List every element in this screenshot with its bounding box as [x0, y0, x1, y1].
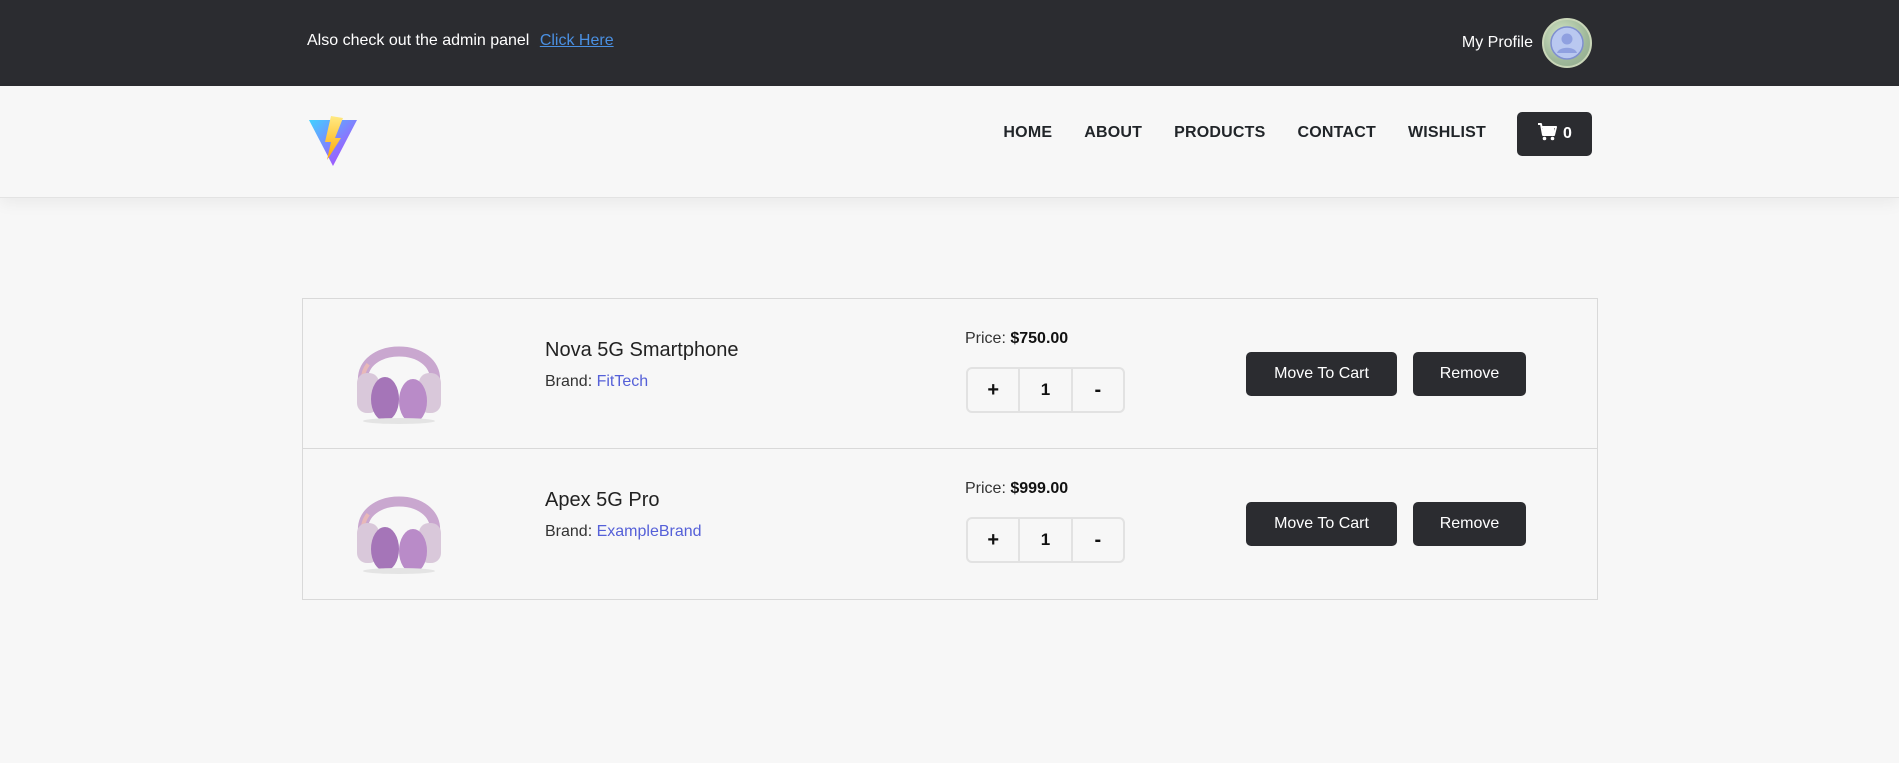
- decrement-button[interactable]: -: [1070, 519, 1123, 561]
- wishlist-list: Nova 5G Smartphone Brand: FitTech Price:…: [302, 298, 1598, 600]
- brand-label: Brand:: [545, 373, 593, 390]
- price-label: Price:: [965, 480, 1006, 497]
- cart-count: 0: [1563, 125, 1572, 142]
- main-navbar: HOME ABOUT PRODUCTS CONTACT WISHLIST 0: [0, 86, 1899, 198]
- cart-button[interactable]: 0: [1517, 112, 1592, 156]
- admin-promo: Also check out the admin panel Click Her…: [307, 32, 614, 50]
- nav-wishlist[interactable]: WISHLIST: [1408, 124, 1486, 142]
- remove-button[interactable]: Remove: [1413, 352, 1526, 396]
- admin-panel-link[interactable]: Click Here: [540, 32, 614, 49]
- cart-icon: [1537, 122, 1558, 146]
- product-name: Apex 5G Pro: [545, 489, 660, 511]
- quantity-stepper: + 1 -: [966, 367, 1125, 413]
- move-to-cart-button[interactable]: Move To Cart: [1246, 502, 1397, 546]
- price-value: $999.00: [1010, 480, 1069, 497]
- product-brand: Brand: FitTech: [545, 373, 648, 391]
- headphones-image: [345, 321, 453, 427]
- user-avatar-icon[interactable]: [1542, 18, 1592, 68]
- profile-label: My Profile: [1461, 34, 1533, 51]
- quantity-value: 1: [1018, 369, 1070, 411]
- nav-about[interactable]: ABOUT: [1084, 124, 1142, 142]
- price-label: Price:: [965, 330, 1006, 347]
- remove-button[interactable]: Remove: [1413, 502, 1526, 546]
- product-price: Price: $999.00: [965, 480, 1068, 498]
- wishlist-item: Apex 5G Pro Brand: ExampleBrand Price: $…: [303, 449, 1597, 599]
- increment-button[interactable]: +: [968, 519, 1018, 561]
- wishlist-item: Nova 5G Smartphone Brand: FitTech Price:…: [303, 299, 1597, 449]
- brand-value: ExampleBrand: [596, 523, 702, 540]
- product-brand: Brand: ExampleBrand: [545, 523, 702, 541]
- nav-home[interactable]: HOME: [1003, 124, 1052, 142]
- move-to-cart-button[interactable]: Move To Cart: [1246, 352, 1397, 396]
- brand-label: Brand:: [545, 523, 593, 540]
- product-name: Nova 5G Smartphone: [545, 339, 739, 361]
- headphones-image: [345, 471, 453, 577]
- quantity-value: 1: [1018, 519, 1070, 561]
- product-price: Price: $750.00: [965, 330, 1068, 348]
- brand-value: FitTech: [596, 373, 649, 390]
- increment-button[interactable]: +: [968, 369, 1018, 411]
- nav-products[interactable]: PRODUCTS: [1174, 124, 1265, 142]
- decrement-button[interactable]: -: [1070, 369, 1123, 411]
- price-value: $750.00: [1010, 330, 1069, 347]
- nav-links: HOME ABOUT PRODUCTS CONTACT WISHLIST: [1003, 124, 1486, 142]
- nav-contact[interactable]: CONTACT: [1298, 124, 1376, 142]
- quantity-stepper: + 1 -: [966, 517, 1125, 563]
- promo-text: Also check out the admin panel: [307, 32, 530, 49]
- top-bar: Also check out the admin panel Click Her…: [0, 0, 1899, 86]
- my-profile-button[interactable]: My Profile: [1462, 18, 1592, 68]
- vite-logo-icon[interactable]: [307, 116, 359, 168]
